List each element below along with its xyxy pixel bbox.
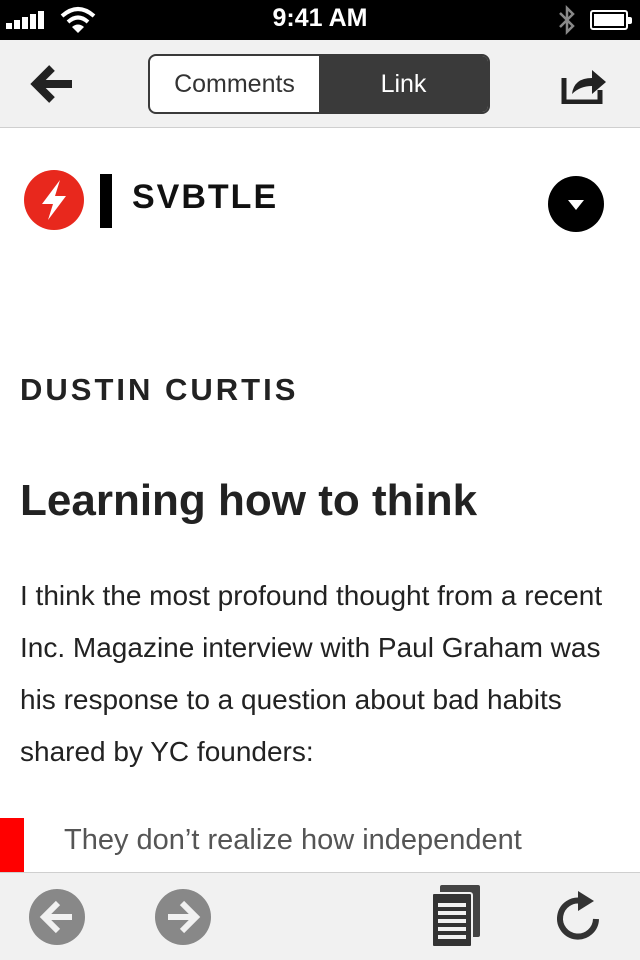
reader-icon[interactable] <box>428 883 484 949</box>
blockquote-text: They don’t realize how independent <box>64 824 522 856</box>
post-body: I think the most profound thought from a… <box>20 580 603 767</box>
svbtle-logo[interactable] <box>24 170 84 230</box>
tab-link[interactable]: Link <box>319 56 488 112</box>
share-icon[interactable] <box>560 64 608 104</box>
menu-button[interactable] <box>548 176 604 232</box>
bluetooth-icon <box>559 4 575 36</box>
status-time: 9:41 AM <box>272 4 368 32</box>
back-circle-icon[interactable] <box>28 888 86 946</box>
bottom-toolbar <box>0 872 640 960</box>
lightning-icon <box>42 180 66 220</box>
nav-bar: Comments Link <box>0 40 640 128</box>
battery-icon <box>590 10 632 30</box>
article-view: SVBTLE DUSTIN CURTIS Learning how to thi… <box>0 128 640 872</box>
forward-circle-icon[interactable] <box>154 888 212 946</box>
author-name[interactable]: DUSTIN CURTIS <box>20 372 298 408</box>
logo-divider <box>100 174 112 228</box>
back-arrow-icon[interactable] <box>30 64 76 104</box>
segmented-control: Comments Link <box>148 54 490 114</box>
reload-icon[interactable] <box>552 887 608 947</box>
blockquote-marker <box>0 818 24 872</box>
site-name[interactable]: SVBTLE <box>132 178 278 217</box>
status-bar: 9:41 AM <box>0 0 640 40</box>
tab-comments[interactable]: Comments <box>150 56 319 112</box>
post-title[interactable]: Learning how to think <box>20 476 477 526</box>
